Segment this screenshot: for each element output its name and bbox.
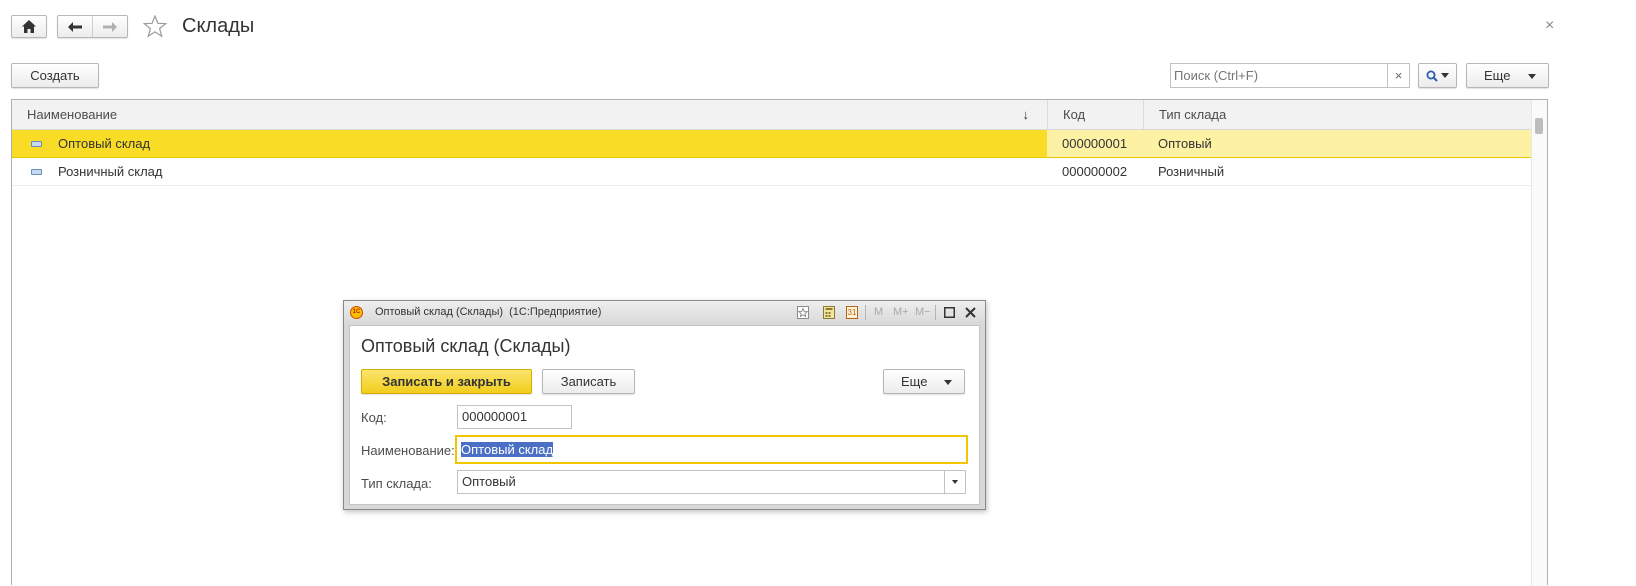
search-icon	[1426, 70, 1438, 82]
search-options-button[interactable]	[1418, 63, 1457, 88]
search-clear-button[interactable]: ×	[1387, 64, 1409, 87]
form-more-button[interactable]: Еще	[883, 369, 965, 394]
arrow-left-icon	[68, 21, 82, 32]
scrollbar-thumb[interactable]	[1535, 118, 1543, 134]
star-icon[interactable]	[143, 15, 167, 38]
table-row[interactable]: Оптовый склад 000000001 Оптовый	[12, 130, 1533, 158]
home-icon	[22, 20, 36, 33]
favorite-icon[interactable]	[797, 306, 809, 319]
column-header-type[interactable]: Тип склада	[1143, 100, 1533, 129]
app-logo-icon: 1С	[350, 306, 363, 319]
table-header: Наименование ↓ Код Тип склада	[12, 100, 1533, 130]
window-title: Оптовый склад (Склады) (1С:Предприятие)	[375, 306, 602, 318]
table-row[interactable]: Розничный склад 000000002 Розничный	[12, 158, 1533, 186]
search-input[interactable]	[1171, 64, 1390, 87]
save-and-close-button[interactable]: Записать и закрыть	[361, 369, 532, 394]
memory-minus-button[interactable]: M−	[915, 306, 931, 318]
column-header-name[interactable]: Наименование ↓	[12, 100, 1047, 129]
calendar-icon[interactable]: 31	[846, 306, 858, 319]
window-titlebar[interactable]: 1С Оптовый склад (Склады) (1С:Предприяти…	[344, 301, 985, 324]
name-value-selected: Оптовый склад	[461, 442, 554, 457]
maximize-icon[interactable]	[944, 307, 955, 318]
form-heading: Оптовый склад (Склады)	[361, 336, 571, 356]
form-body: Оптовый склад (Склады) Записать и закрыт…	[349, 325, 980, 505]
calculator-icon[interactable]	[823, 306, 835, 319]
arrow-right-icon	[103, 21, 117, 32]
catalog-item-icon	[31, 169, 42, 175]
forward-button[interactable]	[92, 16, 127, 37]
row-code: 000000001	[1047, 130, 1143, 157]
row-code: 000000002	[1062, 164, 1128, 179]
form-more-label: Еще	[901, 374, 928, 389]
warehouse-type-select[interactable]: Оптовый	[457, 470, 966, 494]
item-form-window: 1С Оптовый склад (Склады) (1С:Предприяти…	[343, 300, 986, 510]
row-type: Оптовый	[1143, 130, 1533, 157]
page-title: Склады	[182, 15, 255, 37]
dropdown-arrow-icon	[1441, 73, 1449, 78]
code-field[interactable]: 000000001	[457, 405, 572, 429]
save-button[interactable]: Записать	[542, 369, 635, 394]
dropdown-arrow-icon	[1528, 74, 1536, 79]
row-name: Розничный склад	[58, 164, 163, 179]
close-icon[interactable]	[965, 307, 976, 318]
dropdown-arrow-icon	[952, 480, 958, 484]
history-navigation	[57, 15, 128, 38]
row-type: Розничный	[1158, 164, 1225, 179]
more-button[interactable]: Еще	[1466, 63, 1549, 88]
home-button[interactable]	[11, 15, 47, 38]
back-button[interactable]	[58, 16, 92, 37]
type-label: Тип склада:	[361, 476, 432, 491]
select-dropdown-button[interactable]	[944, 471, 965, 493]
memory-plus-button[interactable]: M+	[893, 306, 909, 318]
name-field[interactable]: Оптовый склад	[455, 435, 968, 464]
vertical-scrollbar[interactable]	[1531, 100, 1547, 586]
warehouse-type-value: Оптовый	[462, 474, 516, 489]
titlebar-divider	[865, 305, 866, 320]
titlebar-divider	[935, 305, 936, 320]
code-label: Код:	[361, 410, 387, 425]
column-header-code[interactable]: Код	[1047, 100, 1143, 129]
catalog-item-icon	[31, 141, 42, 147]
close-icon[interactable]: ×	[1545, 17, 1554, 35]
sort-icon: ↓	[1022, 107, 1030, 122]
more-button-label: Еще	[1484, 68, 1511, 83]
dropdown-arrow-icon	[944, 380, 952, 385]
name-label: Наименование:	[361, 443, 455, 458]
memory-button[interactable]: M	[874, 306, 883, 318]
row-name: Оптовый склад	[58, 136, 151, 151]
create-button[interactable]: Создать	[11, 63, 99, 88]
search-field: ×	[1170, 63, 1410, 88]
